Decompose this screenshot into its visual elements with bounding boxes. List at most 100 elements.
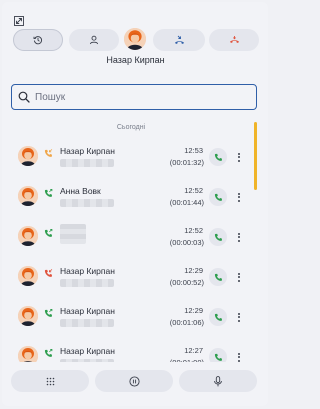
bottom-call-controls <box>11 370 257 392</box>
phone-icon <box>214 193 222 201</box>
call-duration: (00:00:03) <box>169 238 204 247</box>
phone-icon <box>214 153 222 161</box>
contact-avatar <box>18 306 38 326</box>
phone-icon <box>214 353 222 361</box>
call-history-row[interactable]: Назар Кирпан 12:53 (00:01:32) <box>11 138 251 178</box>
more-dot-icon <box>238 192 240 195</box>
call-history-list: Сьогодні Назар Кирпан 12:53 (00:01:32) Анна… <box>11 118 257 362</box>
hangup-icon <box>229 36 239 43</box>
pause-icon <box>128 375 140 387</box>
call-back-button[interactable] <box>209 188 227 206</box>
contact-name: Назар Кирпан <box>60 146 115 156</box>
call-time: 12:52 <box>184 226 203 235</box>
keypad-button[interactable] <box>11 370 89 392</box>
search-icon <box>18 91 30 103</box>
phone-icon <box>214 273 222 281</box>
call-duration: (00:01:00) <box>170 358 204 362</box>
search-input[interactable] <box>35 91 235 103</box>
hangup-button[interactable] <box>209 29 259 51</box>
tab-contacts[interactable] <box>69 29 119 51</box>
more-dot-icon <box>238 359 240 362</box>
contact-name: Назар Кирпан <box>60 346 115 356</box>
more-dot-icon <box>238 232 240 235</box>
call-time: 12:52 <box>184 186 203 195</box>
hold-button[interactable] <box>95 370 173 392</box>
call-duration: (00:01:44) <box>169 198 204 207</box>
redacted-phone-number <box>60 159 114 167</box>
call-history-row[interactable]: 12:52 (00:00:03) <box>11 218 251 258</box>
outgoing-call-icon <box>44 309 53 317</box>
missed-call-icon <box>44 269 53 277</box>
more-dot-icon <box>238 316 240 318</box>
more-dot-icon <box>238 239 240 242</box>
incoming-call-icon <box>44 149 53 157</box>
contact-name: Назар Кирпан <box>60 266 115 276</box>
more-options-button[interactable] <box>235 268 243 286</box>
transfer-button[interactable] <box>153 29 205 51</box>
redacted-name <box>60 224 86 244</box>
more-dot-icon <box>238 272 240 275</box>
active-caller-name: Назар Кирпан <box>106 55 165 65</box>
more-options-button[interactable] <box>235 348 243 362</box>
more-dot-icon <box>238 319 240 322</box>
contact-name: Анна Вовк <box>60 186 101 196</box>
call-transfer-icon <box>174 35 184 44</box>
outgoing-call-icon <box>44 189 53 197</box>
redacted-phone-number <box>60 279 114 287</box>
mute-button[interactable] <box>179 370 257 392</box>
redacted-phone-number <box>60 319 114 327</box>
contact-avatar <box>18 186 38 206</box>
more-options-button[interactable] <box>235 228 243 246</box>
phone-icon <box>214 233 222 241</box>
more-dot-icon <box>238 236 240 238</box>
call-history-row[interactable]: Назар Кирпан 12:29 (00:00:52) <box>11 258 251 298</box>
outgoing-call-icon <box>44 349 53 357</box>
redacted-phone-number <box>60 359 114 362</box>
microphone-icon <box>214 375 222 386</box>
more-dot-icon <box>238 199 240 202</box>
expand-icon[interactable] <box>14 16 24 26</box>
contact-avatar <box>18 266 38 286</box>
call-back-button[interactable] <box>209 148 227 166</box>
contact-avatar <box>18 146 38 166</box>
caller-avatar <box>124 28 146 50</box>
more-dot-icon <box>238 312 240 315</box>
call-duration: (00:00:52) <box>169 278 204 287</box>
user-icon <box>89 35 99 45</box>
tab-call-history[interactable] <box>13 29 63 51</box>
contact-name: Назар Кирпан <box>60 306 115 316</box>
more-dot-icon <box>238 356 240 358</box>
list-scrollbar[interactable] <box>254 122 257 190</box>
more-dot-icon <box>238 156 240 158</box>
more-dot-icon <box>238 276 240 278</box>
more-dot-icon <box>238 352 240 355</box>
more-options-button[interactable] <box>235 148 243 166</box>
call-history-row[interactable]: Назар Кирпан 12:27 (00:01:00) <box>11 338 251 362</box>
history-icon <box>33 36 43 45</box>
call-back-button[interactable] <box>209 348 227 362</box>
outgoing-call-icon <box>44 229 53 237</box>
call-time: 12:27 <box>184 346 203 355</box>
more-dot-icon <box>238 279 240 282</box>
more-options-button[interactable] <box>235 308 243 326</box>
call-history-row[interactable]: Анна Вовк 12:52 (00:01:44) <box>11 178 251 218</box>
call-time: 12:29 <box>184 266 203 275</box>
date-section-label: Сьогодні <box>116 124 146 131</box>
call-back-button[interactable] <box>209 308 227 326</box>
call-back-button[interactable] <box>209 228 227 246</box>
call-back-button[interactable] <box>209 268 227 286</box>
call-time: 12:29 <box>184 306 203 315</box>
contact-avatar <box>18 346 38 362</box>
redacted-phone-number <box>60 199 114 207</box>
call-duration: (00:01:32) <box>169 158 204 167</box>
keypad-icon <box>46 377 54 385</box>
contact-avatar <box>18 226 38 246</box>
more-dot-icon <box>238 159 240 162</box>
search-field[interactable] <box>11 84 257 110</box>
call-time: 12:53 <box>184 146 203 155</box>
phone-icon <box>214 313 222 321</box>
call-duration: (00:01:06) <box>169 318 204 327</box>
more-dot-icon <box>238 152 240 155</box>
more-options-button[interactable] <box>235 188 243 206</box>
call-history-row[interactable]: Назар Кирпан 12:29 (00:01:06) <box>11 298 251 338</box>
